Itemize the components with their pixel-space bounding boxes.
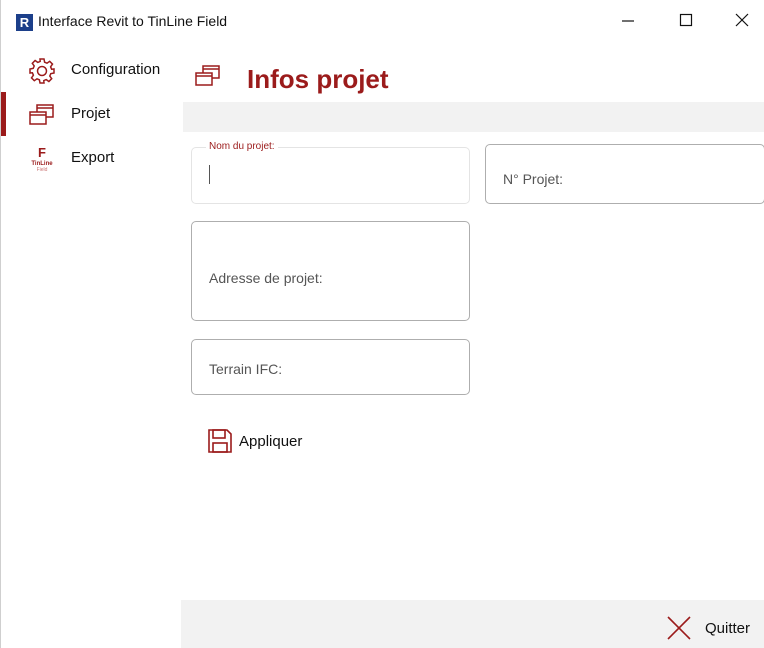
- svg-text:F: F: [38, 145, 46, 160]
- close-window-button[interactable]: [719, 0, 764, 40]
- close-icon: [735, 13, 749, 27]
- project-address-field[interactable]: Adresse de projet:: [191, 221, 470, 321]
- gear-icon: [29, 58, 55, 84]
- terrain-ifc-field[interactable]: Terrain IFC:: [191, 339, 470, 395]
- sidebar-item-projet[interactable]: Projet: [1, 92, 181, 136]
- project-address-placeholder: Adresse de projet:: [209, 270, 323, 286]
- project-number-placeholder: N° Projet:: [503, 171, 564, 187]
- title-bar: R Interface Revit to TinLine Field: [1, 0, 764, 40]
- quit-button[interactable]: Quitter: [661, 614, 761, 642]
- window-title: Interface Revit to TinLine Field: [38, 13, 228, 29]
- page-header: Infos projet: [181, 40, 764, 102]
- sidebar-item-label: Configuration: [71, 61, 161, 78]
- svg-text:Field: Field: [37, 167, 48, 173]
- project-name-label: Nom du projet:: [206, 141, 278, 152]
- apply-button[interactable]: Appliquer: [205, 426, 345, 456]
- minimize-icon: [622, 20, 634, 22]
- apply-label: Appliquer: [239, 433, 303, 450]
- windows-icon: [195, 65, 220, 86]
- revit-app-icon: R: [16, 14, 33, 31]
- project-name-field[interactable]: Nom du projet:: [191, 141, 470, 204]
- minimize-button[interactable]: [605, 0, 651, 40]
- sidebar-item-label: Projet: [71, 105, 111, 122]
- sidebar-item-label: Export: [71, 149, 115, 166]
- text-caret: [209, 165, 210, 184]
- maximize-icon: [679, 13, 693, 27]
- project-number-field[interactable]: N° Projet:: [485, 144, 764, 204]
- save-icon: [208, 429, 232, 453]
- windows-icon: [29, 104, 54, 125]
- maximize-button[interactable]: [663, 0, 709, 40]
- app-window: R Interface Revit to TinLine Field Confi…: [0, 0, 764, 648]
- footer-bar: Quitter: [181, 600, 764, 648]
- header-strip: [183, 102, 764, 132]
- close-icon: [667, 616, 691, 640]
- quit-label: Quitter: [705, 620, 751, 637]
- sidebar-item-configuration[interactable]: Configuration: [1, 48, 181, 92]
- page-title: Infos projet: [247, 64, 389, 94]
- sidebar-item-export[interactable]: F TinLine Field Export: [1, 136, 181, 180]
- tinline-logo-icon: F TinLine Field: [31, 145, 53, 173]
- terrain-ifc-placeholder: Terrain IFC:: [209, 361, 283, 377]
- sidebar: Configuration Projet F TinLine Field Exp…: [1, 40, 181, 648]
- main-panel: Infos projet Nom du projet: N° Projet: A…: [181, 40, 764, 600]
